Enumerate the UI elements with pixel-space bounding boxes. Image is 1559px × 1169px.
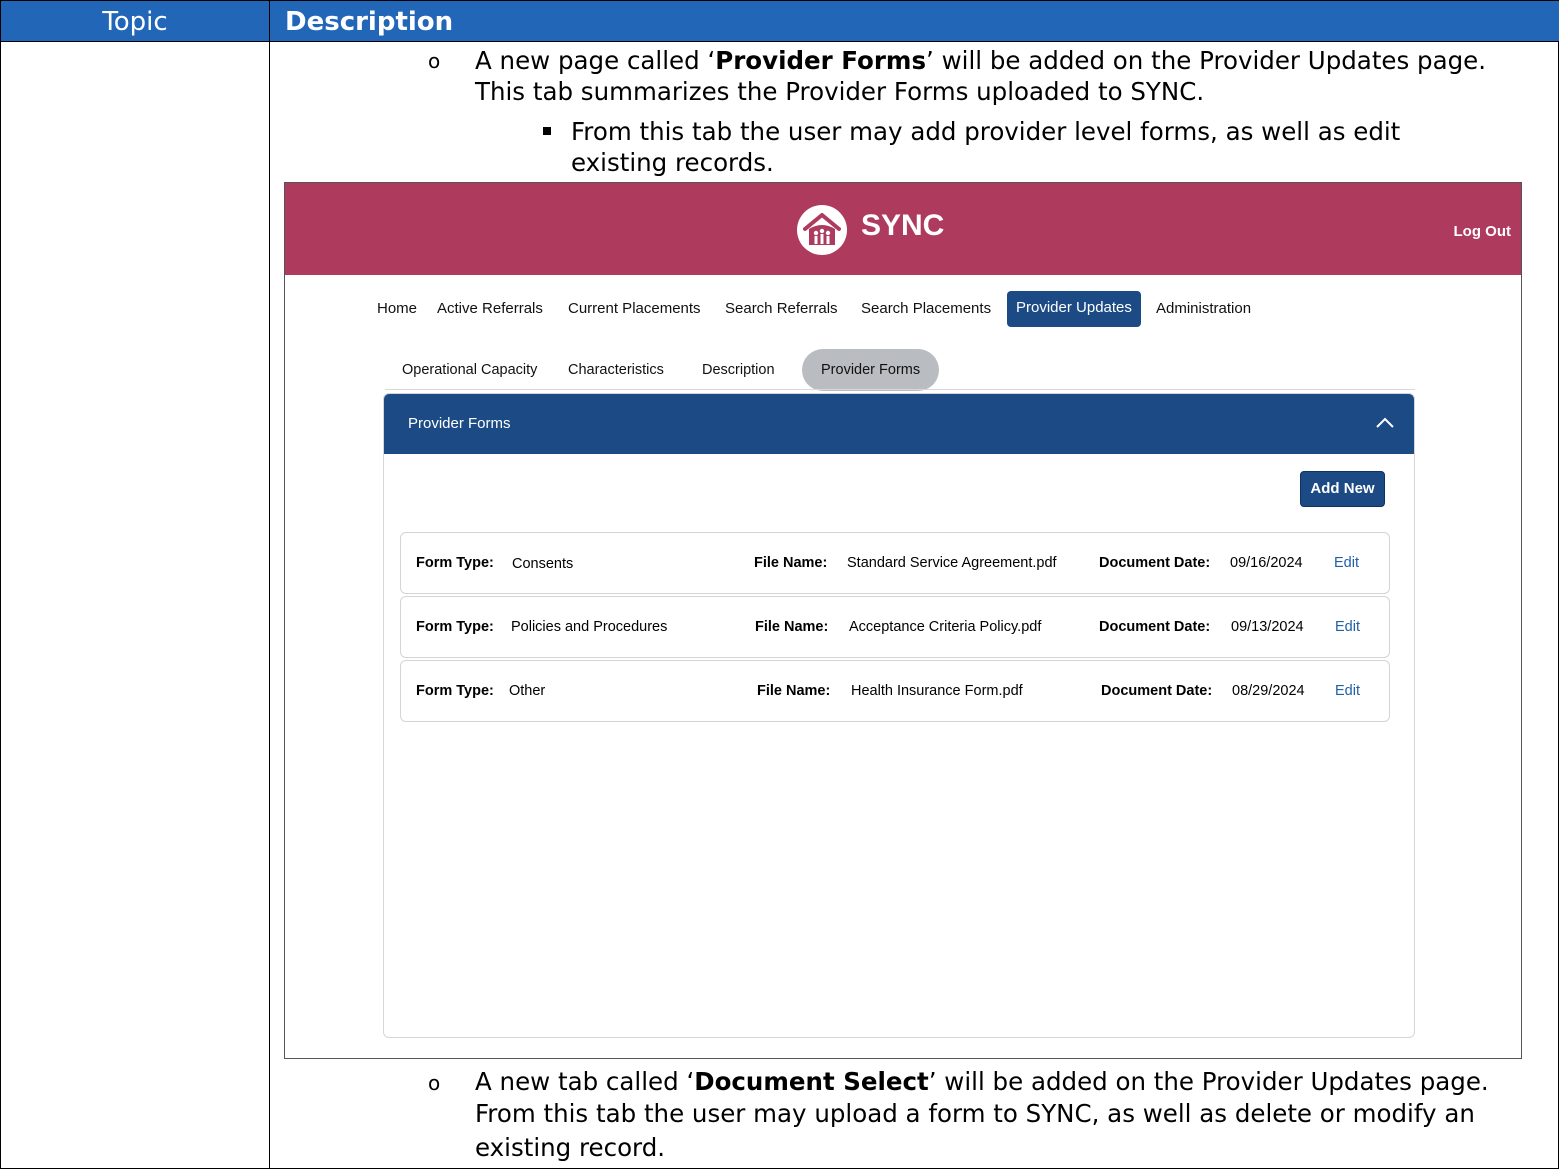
document-date-value: 08/29/2024 [1232, 683, 1305, 699]
paragraph-1-line-2: This tab summarizes the Provider Forms u… [475, 77, 1205, 106]
brand-name: SYNC [861, 209, 945, 242]
nav-active-referrals[interactable]: Active Referrals [437, 291, 543, 327]
para1-bold: Provider Forms [715, 46, 927, 75]
header-topic: Topic [102, 7, 168, 37]
header-description: Description [285, 7, 454, 37]
paragraph-1-line-1: A new page called ‘Provider Forms’ will … [475, 45, 1486, 76]
para2-suffix: ’ will be added on the Provider Updates … [928, 1067, 1489, 1096]
file-name-label: File Name: [754, 555, 828, 571]
tab-operational-capacity[interactable]: Operational Capacity [402, 349, 537, 391]
para2-prefix: A new tab called ‘ [475, 1067, 695, 1096]
form-type-value: Other [509, 683, 546, 699]
edit-link[interactable]: Edit [1335, 597, 1360, 657]
column-divider [269, 1, 270, 1169]
tab-characteristics[interactable]: Characteristics [568, 349, 664, 391]
logout-link[interactable]: Log Out [1454, 223, 1511, 240]
table-header: Topic Description [1, 1, 1559, 41]
para1-prefix: A new page called ‘ [475, 46, 716, 75]
sync-app-screenshot: SYNC Log Out Home Active Referrals Curre… [284, 182, 1522, 1059]
nav-provider-updates[interactable]: Provider Updates [1007, 291, 1141, 327]
nav-home[interactable]: Home [377, 291, 417, 327]
edit-link[interactable]: Edit [1334, 533, 1359, 593]
para2-bold: Document Select [694, 1067, 929, 1096]
circle-bullet-2: o [428, 1071, 441, 1095]
sub-tabs: Operational Capacity Characteristics Des… [285, 349, 1521, 391]
circle-bullet-1: o [428, 49, 441, 73]
provider-forms-panel: Provider Forms Add New Form Type: Consen… [383, 393, 1415, 1038]
document-date-label: Document Date: [1099, 555, 1211, 571]
add-new-button[interactable]: Add New [1300, 471, 1385, 507]
sub-bullet-line-1: From this tab the user may add provider … [571, 117, 1401, 146]
app-header: SYNC Log Out [285, 183, 1521, 275]
file-name-label: File Name: [757, 683, 831, 699]
file-name-label: File Name: [755, 619, 829, 635]
edit-link[interactable]: Edit [1335, 661, 1360, 721]
main-nav: Home Active Referrals Current Placements… [285, 291, 1521, 327]
tab-description[interactable]: Description [702, 349, 775, 391]
nav-current-placements[interactable]: Current Placements [568, 291, 701, 327]
paragraph-2-line-2: From this tab the user may upload a form… [475, 1099, 1475, 1128]
panel-title: Provider Forms [408, 415, 511, 432]
document-date-value: 09/13/2024 [1231, 619, 1304, 635]
document-date-label: Document Date: [1101, 683, 1213, 699]
tab-provider-forms[interactable]: Provider Forms [802, 349, 940, 391]
subnav-divider [385, 389, 1415, 390]
paragraph-2-line-1: A new tab called ‘Document Select’ will … [475, 1066, 1489, 1097]
paragraph-2-line-3: existing record. [475, 1133, 666, 1162]
table-row: Form Type: Other File Name: Health Insur… [400, 660, 1390, 722]
document-date-value: 09/16/2024 [1230, 555, 1303, 571]
document-date-label: Document Date: [1099, 619, 1211, 635]
panel-header[interactable]: Provider Forms [384, 394, 1414, 454]
square-bullet [543, 127, 551, 135]
nav-search-placements[interactable]: Search Placements [861, 291, 991, 327]
file-name-value: Health Insurance Form.pdf [851, 683, 1023, 699]
form-type-label: Form Type: [416, 555, 494, 571]
file-name-value: Standard Service Agreement.pdf [847, 555, 1057, 571]
file-name-value: Acceptance Criteria Policy.pdf [849, 619, 1042, 635]
form-type-label: Form Type: [416, 619, 494, 635]
sync-logo-icon [797, 205, 847, 255]
table-row: Form Type: Consents File Name: Standard … [400, 532, 1390, 594]
nav-search-referrals[interactable]: Search Referrals [725, 291, 838, 327]
document-table: Topic Description o A new page called ‘P… [0, 0, 1559, 1169]
nav-administration[interactable]: Administration [1156, 291, 1251, 327]
table-row: Form Type: Policies and Procedures File … [400, 596, 1390, 658]
para1-suffix: ’ will be added on the Provider Updates … [926, 46, 1487, 75]
form-type-value: Consents [512, 556, 574, 572]
chevron-up-icon[interactable] [1374, 412, 1396, 434]
form-type-label: Form Type: [416, 683, 494, 699]
form-type-value: Policies and Procedures [511, 619, 668, 635]
header-row-line [1, 41, 1559, 42]
sub-bullet-line-2: existing records. [571, 148, 774, 177]
